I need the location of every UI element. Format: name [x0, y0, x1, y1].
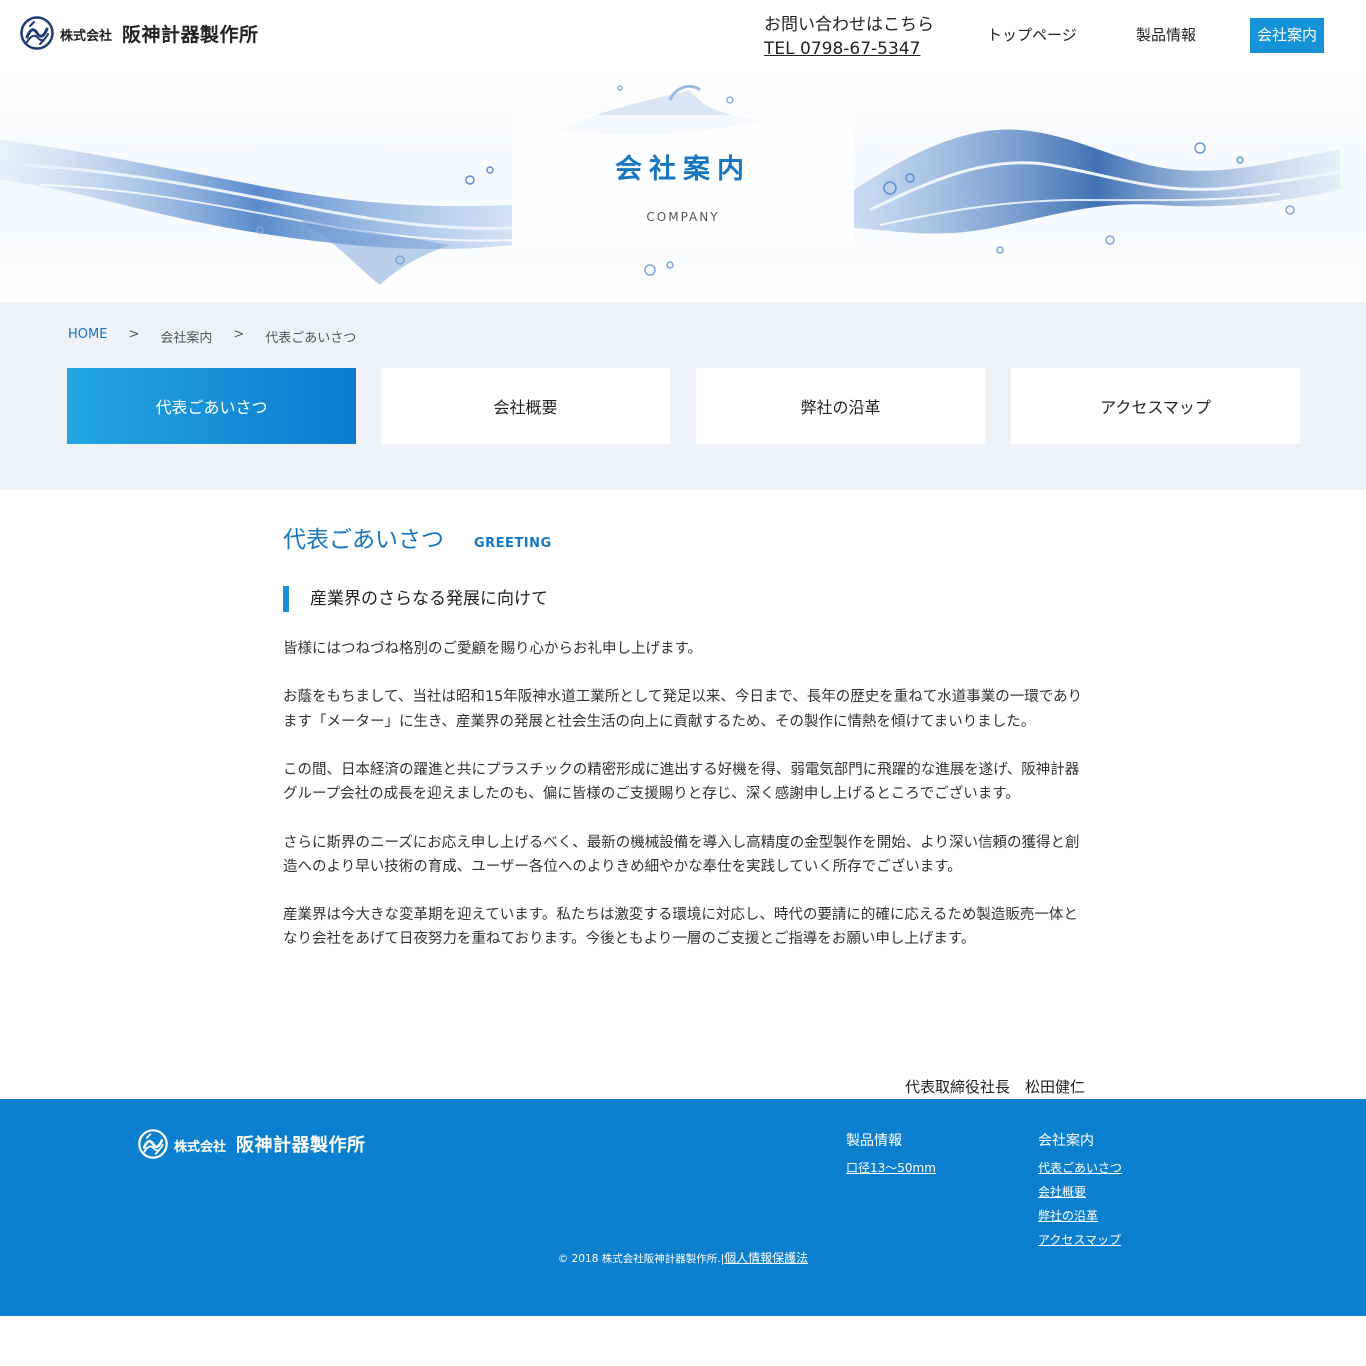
tab-history[interactable]: 弊社の沿革	[696, 368, 985, 444]
president-signature: 代表取締役社長 松田健仁	[904, 1078, 1085, 1096]
footer-company-heading: 会社案内	[1038, 1133, 1094, 1149]
section-heading: 代表ごあいさつ GREETING	[283, 520, 1085, 554]
contact-label: お問い合わせはこちら	[764, 15, 934, 35]
breadcrumb-company-link[interactable]: 会社案内	[160, 327, 212, 346]
footer-link-overview[interactable]: 会社概要	[1038, 1180, 1122, 1204]
section-title-en: GREETING	[474, 536, 552, 551]
copyright: © 2018 株式会社阪神計器製作所.|個人情報保護法	[0, 1249, 1366, 1266]
footer-link-product-bore[interactable]: 口径13～50mm	[846, 1156, 936, 1180]
privacy-policy-link[interactable]: 個人情報保護法	[724, 1251, 808, 1265]
footer-logo-company-name: 阪神計器製作所	[236, 1135, 366, 1156]
nav-item-company[interactable]: 会社案内	[1250, 18, 1325, 53]
hero-title: 会社案内	[615, 154, 751, 185]
greeting-paragraph: さらに斯界のニーズにお応え申し上げるべく、最新の機械設備を導入し高精度の金型製作…	[283, 834, 1080, 875]
subnav-area: HOME > 会社案内 > 代表ごあいさつ 代表ごあいさつ 会社概要 弊社の沿革…	[0, 302, 1366, 490]
tab-access-map[interactable]: アクセスマップ	[1011, 368, 1300, 444]
footer-link-history[interactable]: 弊社の沿革	[1038, 1204, 1122, 1228]
footer-logo-company-type: 株式会社	[174, 1140, 227, 1155]
logo-company-name: 阪神計器製作所	[122, 23, 259, 46]
contact-block: お問い合わせはこちら TEL 0798-67-5347	[764, 10, 934, 59]
breadcrumb-home-link[interactable]: HOME	[68, 327, 107, 346]
greeting-section: 代表ごあいさつ GREETING 産業界のさらなる発展に向けて 皆様にはつねづね…	[283, 520, 1085, 1096]
company-logo-icon	[138, 1129, 168, 1159]
breadcrumb-separator: >	[233, 327, 245, 342]
greeting-paragraph: この間、日本経済の躍進と共にプラスチックの精密形成に進出する好機を得、弱電気部門…	[283, 761, 1080, 803]
section-lead: 産業界のさらなる発展に向けて	[283, 586, 548, 612]
footer-link-greeting[interactable]: 代表ごあいさつ	[1038, 1156, 1122, 1180]
footer-products-heading: 製品情報	[846, 1133, 902, 1149]
logo-company-type: 株式会社	[60, 29, 113, 44]
breadcrumb-separator: >	[128, 327, 140, 342]
greeting-paragraph: お蔭をもちまして、当社は昭和15年阪神水道工業所として発足以来、今日まで、長年の…	[283, 689, 1083, 730]
greeting-paragraph: 皆様にはつねづね格別のご愛顧を賜り心からお礼申し上げます。	[283, 641, 703, 657]
hero-title-box: 会社案内 COMPANY	[512, 115, 854, 245]
footer-company-column: 会社案内 代表ごあいさつ 会社概要 弊社の沿革 アクセスマップ	[1038, 1130, 1122, 1252]
section-title: 代表ごあいさつ	[283, 527, 444, 553]
greeting-body: 皆様にはつねづね格別のご愛顧を賜り心からお礼申し上げます。 お蔭をもちまして、当…	[283, 637, 1085, 976]
site-logo[interactable]: 株式会社 阪神計器製作所	[20, 16, 259, 50]
hero-banner: 会社案内 COMPANY	[0, 70, 1366, 302]
breadcrumb: HOME > 会社案内 > 代表ごあいさつ	[68, 327, 356, 346]
copyright-text: © 2018 株式会社阪神計器製作所.	[557, 1253, 721, 1265]
company-logo-icon	[20, 16, 54, 50]
greeting-paragraph: 産業界は今大きな変革期を迎えています。私たちは激変する環境に対応し、時代の要請に…	[283, 907, 1078, 948]
footer-logo[interactable]: 株式会社 阪神計器製作所	[138, 1129, 366, 1159]
nav-item-products[interactable]: 製品情報	[1136, 18, 1196, 53]
hero-subtitle: COMPANY	[646, 210, 720, 224]
site-header: 株式会社 阪神計器製作所 お問い合わせはこちら TEL 0798-67-5347…	[0, 0, 1366, 70]
footer-products-column: 製品情報 口径13～50mm	[846, 1130, 936, 1180]
tab-company-overview[interactable]: 会社概要	[381, 368, 670, 444]
contact-phone-link[interactable]: TEL 0798-67-5347	[764, 39, 934, 59]
breadcrumb-current: 代表ごあいさつ	[265, 331, 357, 346]
tab-greeting[interactable]: 代表ごあいさつ	[67, 368, 356, 444]
site-footer: 株式会社 阪神計器製作所 製品情報 口径13～50mm 会社案内 代表ごあいさつ…	[0, 1099, 1366, 1316]
nav-item-top[interactable]: トップページ	[987, 18, 1077, 53]
